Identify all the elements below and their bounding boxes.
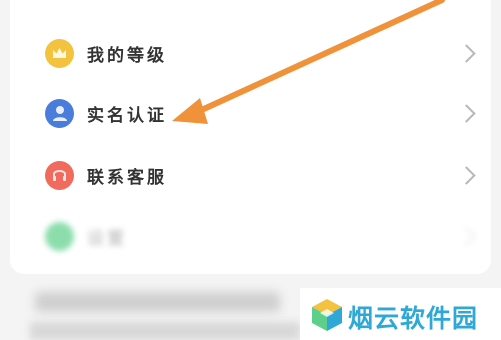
watermark: 烟云软件园: [300, 288, 501, 340]
watermark-text: 烟云软件园: [348, 304, 479, 333]
watermark-logo-icon: [312, 299, 342, 331]
